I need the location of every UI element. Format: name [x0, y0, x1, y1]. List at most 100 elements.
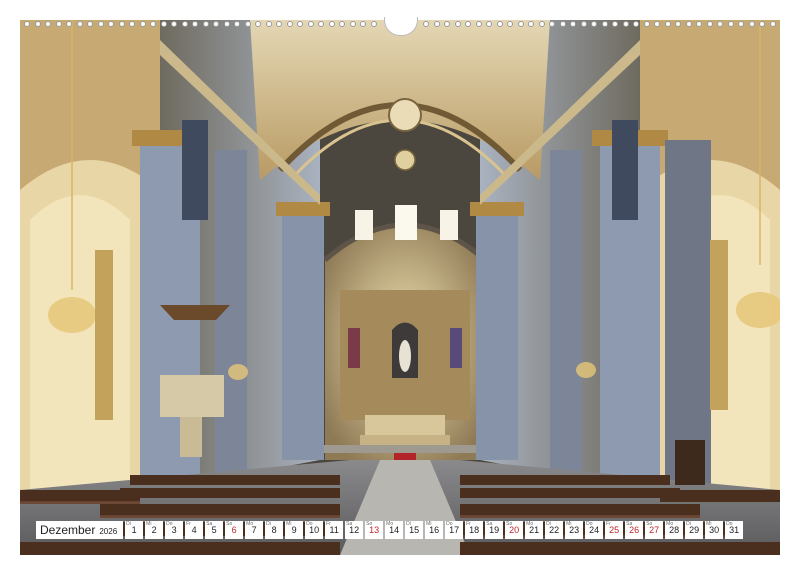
weekday-label: Mo — [386, 521, 394, 527]
binding-ring — [717, 21, 723, 27]
binding-ring — [45, 21, 51, 27]
binding-ring — [213, 21, 219, 27]
binding-ring — [601, 21, 608, 27]
binding-ring — [423, 21, 429, 27]
binding-ring — [538, 21, 545, 27]
weekday-label: Fr — [606, 521, 611, 527]
day-cell: Do 3 — [165, 521, 184, 539]
day-cell: Sa 12 — [345, 521, 364, 539]
binding-ring — [87, 21, 93, 27]
binding-ring — [307, 21, 314, 27]
day-cell: So 20 — [505, 521, 524, 539]
binding-ring — [328, 21, 335, 27]
weekday-label: Do — [586, 521, 593, 527]
binding-ring — [664, 21, 671, 27]
binding-ring — [349, 21, 356, 27]
weekday-label: Fr — [186, 521, 191, 527]
day-cell: Mi 23 — [565, 521, 584, 539]
binding-ring — [139, 21, 146, 27]
binding-ring — [454, 21, 461, 27]
weekday-label: Do — [726, 521, 733, 527]
day-cell: So 6 — [225, 521, 244, 539]
binding-ring — [255, 21, 261, 27]
binding-ring — [612, 21, 618, 27]
weekday-label: Do — [446, 521, 453, 527]
day-cell: So 13 — [365, 521, 384, 539]
binding-ring — [108, 21, 114, 27]
binding-ring — [444, 21, 450, 27]
binding-ring — [738, 21, 744, 27]
binding-ring — [360, 21, 366, 27]
church-interior-photo — [20, 20, 780, 555]
binding-ring — [24, 21, 30, 27]
day-cell: Mi 16 — [425, 521, 444, 539]
binding-ring — [318, 21, 324, 27]
month-label: Dezember 2026 — [36, 521, 124, 539]
weekday-label: Fr — [326, 521, 331, 527]
binding-ring — [55, 21, 62, 27]
binding-ring — [591, 21, 597, 27]
binding-ring — [748, 21, 755, 27]
day-number: 9 — [291, 525, 297, 535]
day-cell: Mo 21 — [525, 521, 544, 539]
day-number: 4 — [191, 525, 197, 535]
weekday-label: Mi — [286, 521, 292, 527]
weekday-label: Mo — [246, 521, 254, 527]
weekday-label: Do — [166, 521, 173, 527]
binding-ring — [76, 21, 83, 27]
day-cell: So 27 — [645, 521, 664, 539]
binding-ring — [528, 21, 534, 27]
binding-ring — [696, 21, 702, 27]
weekday-label: So — [226, 521, 233, 527]
day-cells: Di 1 Mi 2 Do 3 Fr 4 Sa 5 So 6 Mo 7 Di 8 Mi 9 Do 10 Fr 11 Sa 12 S… — [125, 521, 744, 539]
day-number: 6 — [231, 525, 237, 535]
day-cell: Sa 5 — [205, 521, 224, 539]
weekday-label: So — [366, 521, 373, 527]
weekday-label: Sa — [486, 521, 493, 527]
binding-ring — [244, 21, 251, 27]
binding-ring — [339, 21, 345, 27]
weekday-label: Sa — [206, 521, 213, 527]
calendar-strip: Dezember 2026 Di 1 Mi 2 Do 3 Fr 4 Sa 5 So 6 Mo 7 Di 8 Mi 9… — [36, 521, 744, 539]
weekday-label: Sa — [626, 521, 633, 527]
binding-ring — [465, 21, 471, 27]
day-cell: Fr 18 — [465, 521, 484, 539]
weekday-label: Di — [406, 521, 411, 527]
binding-ring — [759, 21, 765, 27]
weekday-label: Do — [306, 521, 313, 527]
binding-ring — [66, 21, 72, 27]
binding-ring — [433, 21, 440, 27]
binding-ring — [570, 21, 576, 27]
weekday-label: Mi — [426, 521, 432, 527]
day-number: 8 — [271, 525, 277, 535]
binding-ring — [297, 21, 303, 27]
binding-ring — [475, 21, 482, 27]
weekday-label: Mo — [526, 521, 534, 527]
day-cell: Di 15 — [405, 521, 424, 539]
day-cell: Mi 9 — [285, 521, 304, 539]
binding-ring — [486, 21, 492, 27]
binding-ring — [202, 21, 209, 27]
binding-ring — [97, 21, 104, 27]
binding-ring — [654, 21, 660, 27]
binding-ring — [265, 21, 272, 27]
binding-ring — [276, 21, 282, 27]
binding-ring — [769, 21, 776, 27]
day-cell: Mo 28 — [665, 521, 684, 539]
day-cell: Di 29 — [685, 521, 704, 539]
day-cell: Di 1 — [125, 521, 144, 539]
binding-ring — [706, 21, 713, 27]
binding-ring — [223, 21, 230, 27]
weekday-label: Di — [686, 521, 691, 527]
binding-ring — [129, 21, 135, 27]
binding-ring — [580, 21, 587, 27]
day-cell: Di 22 — [545, 521, 564, 539]
binding-ring — [370, 21, 377, 27]
weekday-label: Di — [546, 521, 551, 527]
binding-ring — [181, 21, 188, 27]
binding-ring — [192, 21, 198, 27]
binding-ring — [517, 21, 524, 27]
binding-ring — [496, 21, 503, 27]
day-cell: Do 17 — [445, 521, 464, 539]
binding-ring — [118, 21, 125, 27]
